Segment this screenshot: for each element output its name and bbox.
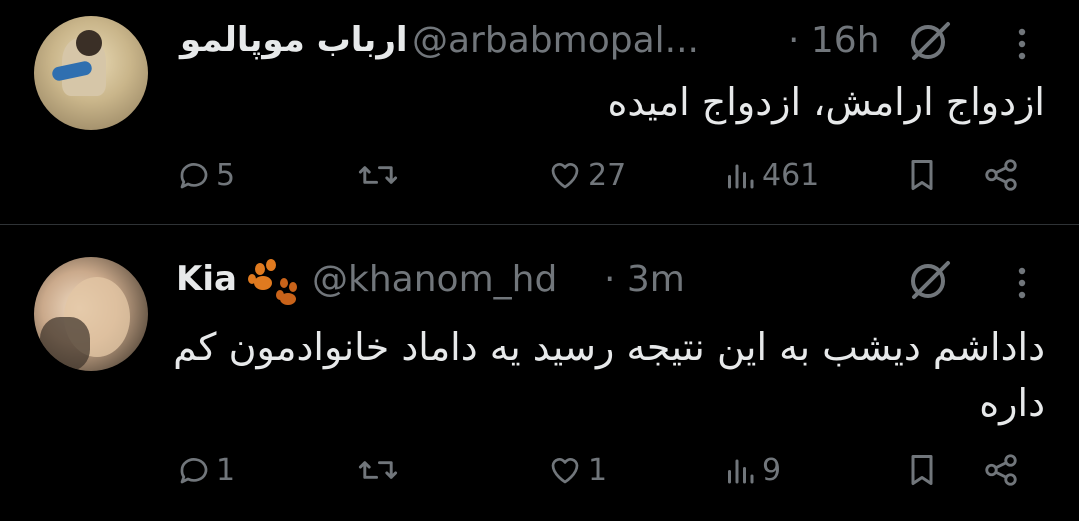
handle[interactable]: @khanom_hd <box>312 259 557 300</box>
timestamp[interactable]: · 16h <box>788 20 880 61</box>
reply-button[interactable]: 5 <box>176 150 235 200</box>
avatar[interactable] <box>34 257 148 371</box>
views-icon <box>728 459 754 484</box>
grok-icon[interactable] <box>906 259 956 303</box>
bookmark-icon <box>911 160 933 190</box>
like-count: 27 <box>588 157 627 193</box>
handle[interactable]: @arbabmopal... <box>412 20 699 61</box>
timestamp[interactable]: · 3m <box>604 259 685 300</box>
share-button[interactable] <box>982 150 1020 200</box>
like-icon <box>551 457 579 484</box>
view-count: 9 <box>762 452 782 488</box>
bookmark-button[interactable] <box>904 150 940 200</box>
like-button[interactable]: 1 <box>546 445 607 495</box>
retweet-icon <box>358 461 398 479</box>
avatar[interactable] <box>34 16 148 130</box>
tweet-1[interactable]: ارباب موپالمو @arbabmopal... · 16h ازدوا… <box>0 0 1079 225</box>
reply-button[interactable]: 1 <box>176 445 235 495</box>
reply-count: 5 <box>216 157 236 193</box>
share-icon <box>985 159 1017 191</box>
paw-icon <box>248 259 297 305</box>
bookmark-icon <box>911 455 933 485</box>
more-icon[interactable] <box>1014 24 1030 64</box>
bookmark-button[interactable] <box>904 445 940 495</box>
tweet-2[interactable]: Kia @khanom_hd · 3m داداشم دیشب به این ن… <box>0 225 1079 521</box>
reply-count: 1 <box>216 452 236 488</box>
display-name[interactable]: Kia <box>176 259 237 299</box>
share-button[interactable] <box>982 445 1020 495</box>
like-button[interactable]: 27 <box>546 150 626 200</box>
share-icon <box>985 454 1017 486</box>
tweet-actions: 1 1 9 <box>176 445 1036 495</box>
views-button[interactable]: 461 <box>722 150 819 200</box>
like-icon <box>551 162 579 189</box>
like-count: 1 <box>588 452 608 488</box>
grok-icon[interactable] <box>906 20 956 64</box>
tweet-actions: 5 27 461 <box>176 150 1036 200</box>
views-icon <box>728 164 754 189</box>
retweet-button[interactable] <box>356 150 404 200</box>
display-name[interactable]: ارباب موپالمو <box>180 20 408 60</box>
reply-icon <box>180 458 208 484</box>
retweet-icon <box>358 166 398 184</box>
view-count: 461 <box>762 157 820 193</box>
more-icon[interactable] <box>1014 263 1030 303</box>
views-button[interactable]: 9 <box>722 445 781 495</box>
retweet-button[interactable] <box>356 445 404 495</box>
tweet-text: ازدواج ارامش، ازدواج امیده <box>607 80 1045 124</box>
reply-icon <box>180 163 208 189</box>
tweet-text: داداشم دیشب به این نتیجه رسید یه داماد خ… <box>173 325 1045 425</box>
